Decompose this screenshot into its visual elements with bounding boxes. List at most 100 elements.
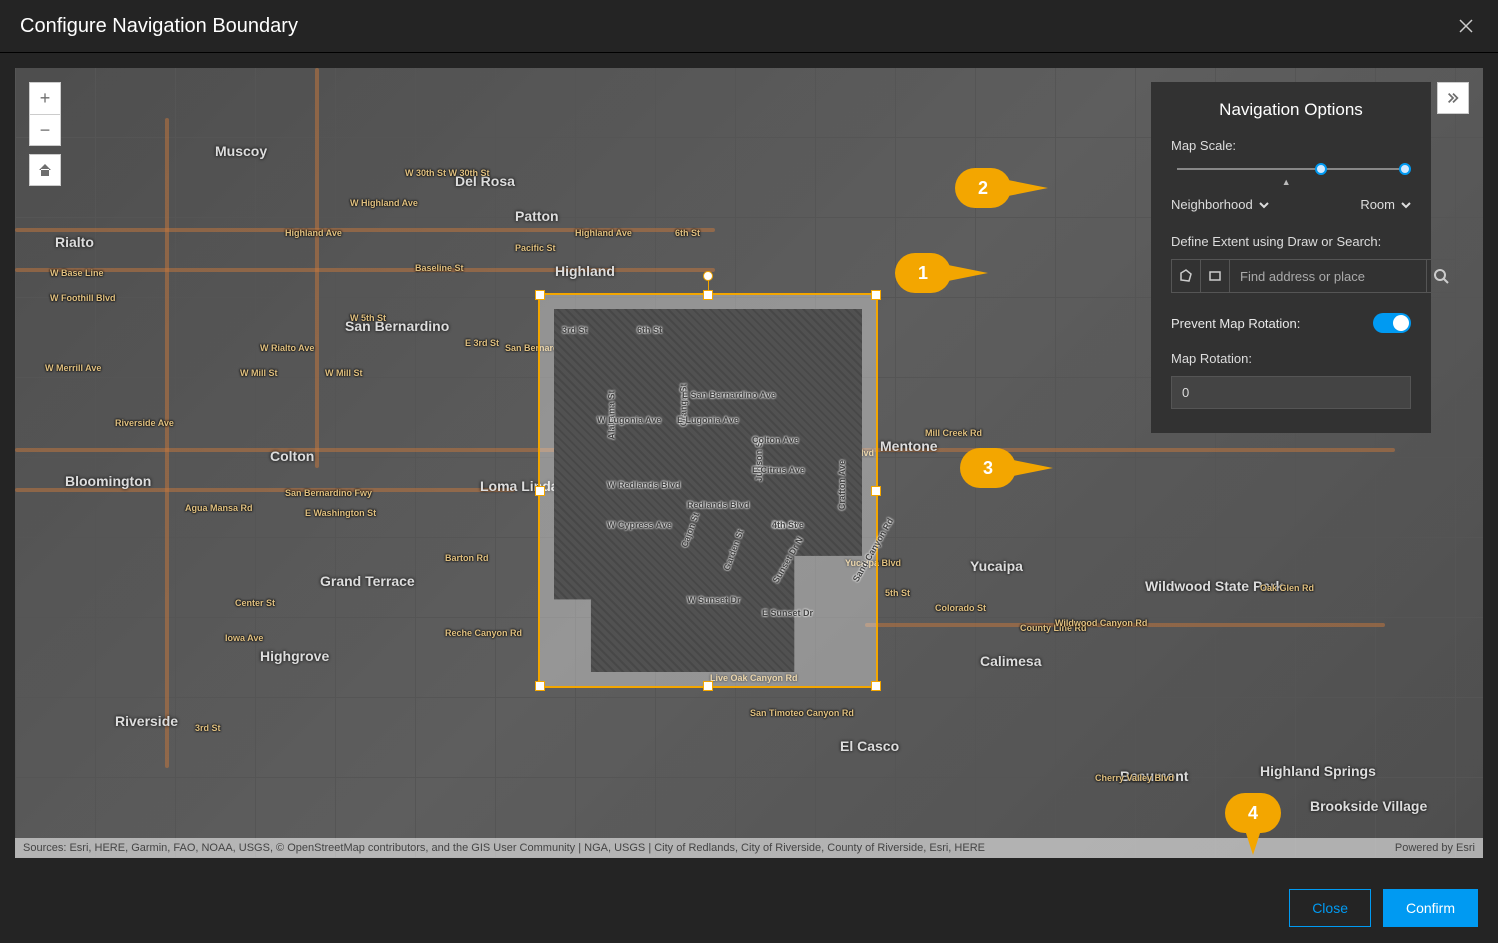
street-label: Highland Ave [285,228,342,238]
street-label: E Washington St [305,508,376,518]
street-label: E 3rd St [465,338,499,348]
street-label: Oak Glen Rd [1260,583,1314,593]
search-button[interactable] [1427,259,1456,293]
street-label: W 30th St W 30th St [405,168,490,178]
scale-slider-marker: ▲ [1282,177,1291,187]
scale-max-select[interactable]: Room [1360,197,1411,212]
street-label: W Base Line [50,268,104,278]
extent-label: Define Extent using Draw or Search: [1171,234,1411,249]
collapse-panel-button[interactable] [1437,82,1469,114]
extent-rectangle[interactable]: 3rd St6th St5th Ave4th StAlabama StOrang… [538,293,878,688]
street-label: 3rd St [195,723,221,733]
map-scale-slider[interactable]: ▲ [1171,163,1411,191]
map-viewport[interactable]: San BernardinoRiversideRialtoMuscoyDel R… [15,68,1483,858]
street-label: Mill Creek Rd [925,428,982,438]
chevron-down-icon [1259,200,1269,210]
close-icon [1458,18,1474,34]
search-input[interactable] [1230,259,1427,293]
confirm-button[interactable]: Confirm [1383,889,1478,927]
rectangle-icon [1207,268,1223,284]
street-label: E Lugonia Ave [677,415,739,425]
minus-icon: − [40,120,51,141]
resize-handle-ne[interactable] [871,290,881,300]
city-label: Muscoy [215,143,267,159]
city-label: El Casco [840,738,899,754]
resize-handle-w[interactable] [535,486,545,496]
resize-handle-nw[interactable] [535,290,545,300]
city-label: Highland Springs [1260,763,1376,779]
close-button[interactable]: Close [1289,889,1371,927]
map-rotation-input[interactable] [1171,376,1411,409]
road-line [165,118,169,768]
dialog-titlebar: Configure Navigation Boundary [0,0,1498,53]
street-label: Colton Ave [752,435,799,445]
street-label: Cherry Valley Blvd [1095,773,1174,783]
scale-slider-thumb-max[interactable] [1399,163,1411,175]
city-label: Highland [555,263,615,279]
resize-handle-e[interactable] [871,486,881,496]
city-label: Brookside Village [1310,798,1427,814]
city-label: Highgrove [260,648,329,664]
street-label: E Sunset Dr [762,608,813,618]
city-label: Mentone [880,438,938,454]
street-label: W Foothill Blvd [50,293,116,303]
street-label: Agua Mansa Rd [185,503,253,513]
street-label: W Highland Ave [350,198,418,208]
street-label: Center St [235,598,275,608]
prevent-rotation-toggle[interactable] [1373,313,1411,333]
panel-title: Navigation Options [1171,100,1411,120]
plus-icon: + [40,88,51,109]
street-label: Riverside Ave [115,418,174,428]
street-label: Redlands Blvd [687,500,750,510]
configure-navigation-boundary-dialog: Configure Navigation Boundary San Bernar… [0,0,1498,943]
city-label: Calimesa [980,653,1041,669]
powered-by-text: Powered by Esri [1395,842,1475,854]
resize-handle-s[interactable] [703,681,713,691]
street-label: W Mill St [240,368,278,378]
city-label: Grand Terrace [320,573,415,589]
street-label: E Citrus Ave [752,465,805,475]
chevron-down-icon [1401,200,1411,210]
dialog-close-button[interactable] [1454,14,1478,38]
dialog-title: Configure Navigation Boundary [20,15,298,38]
street-label: Pacific St [515,243,556,253]
callout-3: 3 [960,448,1053,488]
street-label: W Lugonia Ave [597,415,661,425]
chevron-double-right-icon [1446,91,1460,105]
rotate-handle[interactable] [703,271,713,281]
street-label: San Timoteo Canyon Rd [750,708,854,718]
street-label: Crafton Ave [837,460,847,510]
draw-polygon-button[interactable] [1171,259,1201,293]
street-label: Highland Ave [575,228,632,238]
city-label: Colton [270,448,314,464]
home-icon [37,162,53,178]
polygon-icon [1178,268,1194,284]
zoom-out-button[interactable]: − [29,114,61,146]
callout-1: 1 [895,253,988,293]
callout-2: 2 [955,168,1048,208]
city-label: Patton [515,208,559,224]
zoom-in-button[interactable]: + [29,82,61,114]
street-label: W Sunset Dr [687,595,741,605]
zoom-controls: + − [29,82,61,186]
street-label: E San Bernardino Ave [682,390,776,400]
callout-3-number: 3 [983,458,993,479]
resize-handle-se[interactable] [871,681,881,691]
street-label: 6th St [637,325,662,335]
street-label: W Redlands Blvd [607,480,681,490]
prevent-rotation-label: Prevent Map Rotation: [1171,316,1300,331]
scale-max-label: Room [1360,197,1395,212]
callout-4: 4 [1225,793,1281,863]
street-label: Colorado St [935,603,986,613]
street-label: Reche Canyon Rd [445,628,522,638]
street-label: San Bernardino Fwy [285,488,372,498]
scale-slider-thumb-min[interactable] [1315,163,1327,175]
scale-min-select[interactable]: Neighborhood [1171,197,1269,212]
city-label: Rialto [55,234,94,250]
draw-rectangle-button[interactable] [1201,259,1230,293]
street-label: W Cypress Ave [607,520,672,530]
resize-handle-n[interactable] [703,290,713,300]
dialog-footer: Close Confirm [0,873,1498,943]
home-extent-button[interactable] [29,154,61,186]
resize-handle-sw[interactable] [535,681,545,691]
